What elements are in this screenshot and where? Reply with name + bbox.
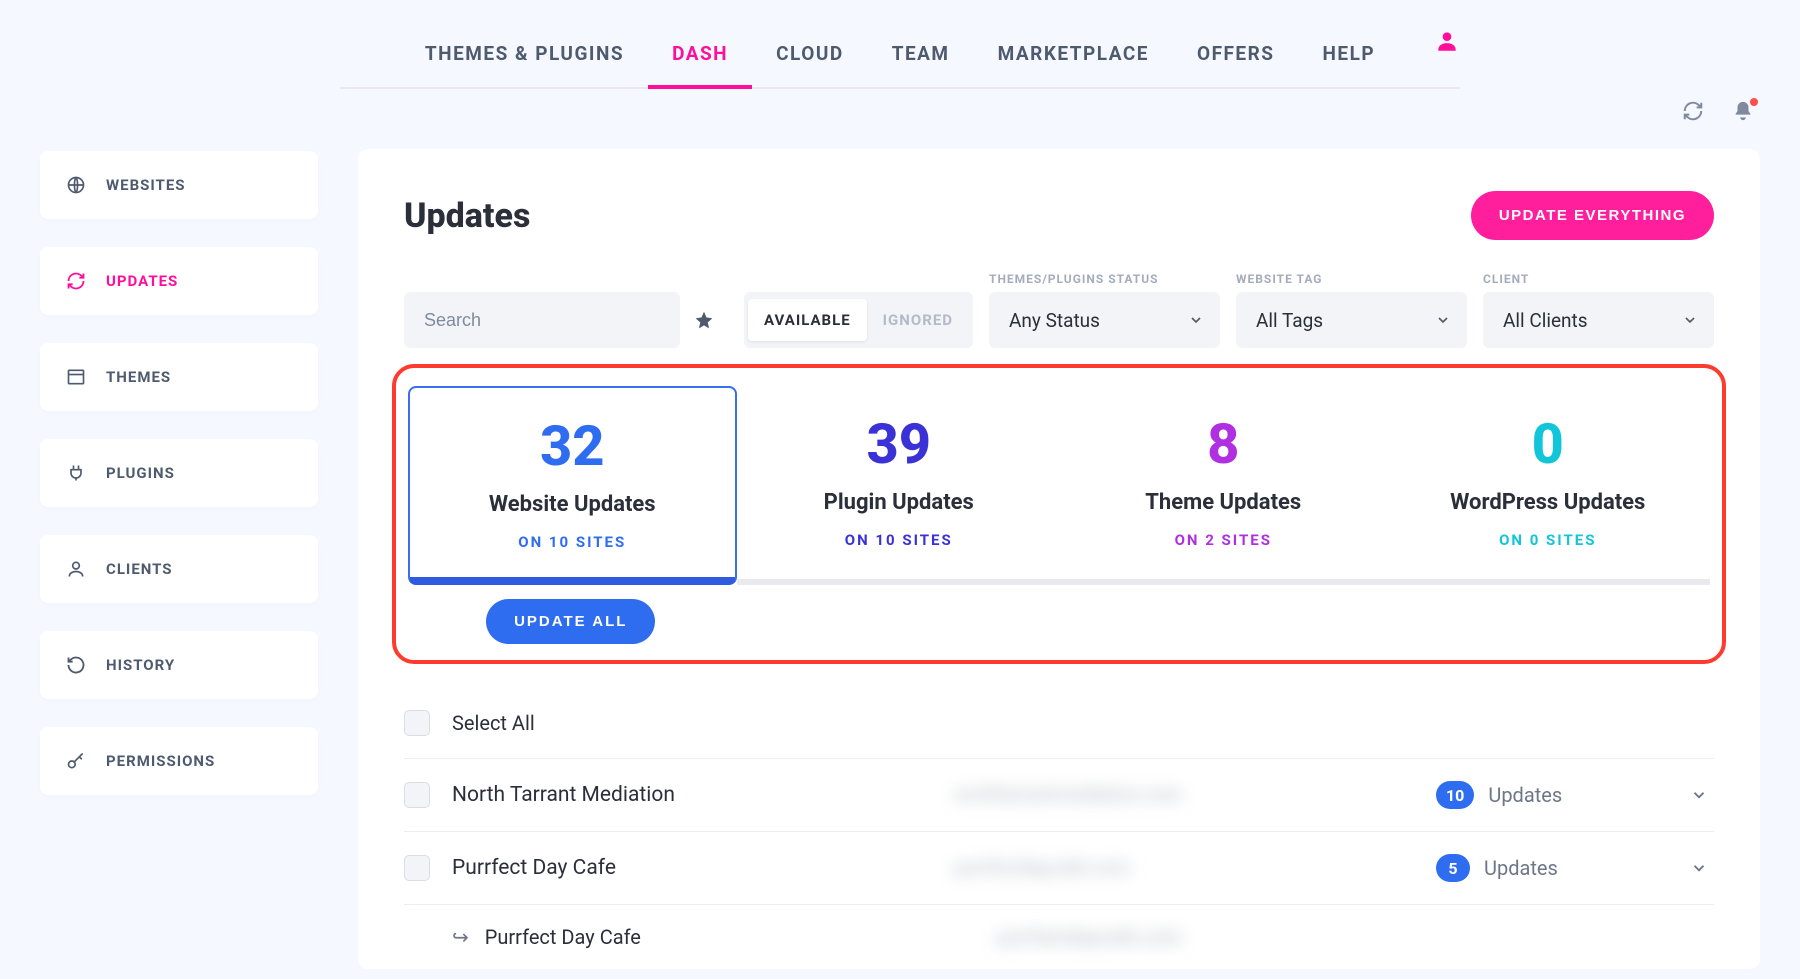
chevron-down-icon [1682, 312, 1698, 328]
filter-label-client: CLIENT [1483, 272, 1714, 286]
site-row: North Tarrant Mediation northtarrantmedi… [404, 759, 1714, 832]
updates-label: Updates [1484, 856, 1558, 880]
stat-card-theme[interactable]: 8 Theme Updates ON 2 SITES [1061, 386, 1386, 585]
site-name: Purrfect Day Cafe [452, 856, 932, 880]
nav-dash[interactable]: DASH [648, 24, 752, 87]
site-domain: northtarrantmediation.com [954, 783, 1294, 807]
tag-select[interactable]: All Tags [1236, 292, 1467, 348]
sidebar-item-label: CLIENTS [106, 560, 173, 578]
chevron-down-icon [1435, 312, 1451, 328]
stat-title: Plugin Updates [747, 490, 1052, 515]
status-select-value: Any Status [1009, 309, 1100, 332]
update-everything-button[interactable]: UPDATE EVERYTHING [1471, 191, 1714, 240]
filter-label-status: THEMES/PLUGINS STATUS [989, 272, 1220, 286]
stats-highlight: 32 Website Updates ON 10 SITES 39 Plugin… [392, 364, 1726, 664]
refresh-icon [66, 271, 86, 291]
expand-row-icon[interactable] [1684, 786, 1714, 804]
stat-count: 32 [420, 418, 725, 474]
nav-team[interactable]: TEAM [868, 24, 974, 87]
updates-badge: 10 [1436, 781, 1474, 809]
stat-sub: ON 10 SITES [420, 533, 725, 551]
stat-title: WordPress Updates [1396, 490, 1701, 515]
sidebar-item-history[interactable]: HISTORY [40, 631, 318, 699]
plug-icon [66, 463, 86, 483]
sidebar-item-updates[interactable]: UPDATES [40, 247, 318, 315]
sidebar-item-label: HISTORY [106, 656, 175, 674]
nav-themes-plugins[interactable]: THEMES & PLUGINS [401, 24, 648, 87]
sub-site-domain: purrfectdaycafe.com [997, 925, 1182, 949]
star-icon[interactable] [680, 292, 728, 348]
sidebar-item-label: PERMISSIONS [106, 752, 215, 770]
stat-title: Website Updates [420, 492, 725, 517]
updates-label: Updates [1488, 783, 1562, 807]
sidebar-item-permissions[interactable]: PERMISSIONS [40, 727, 318, 795]
nav-offers[interactable]: OFFERS [1173, 24, 1299, 87]
sidebar-item-themes[interactable]: THEMES [40, 343, 318, 411]
page-title: Updates [404, 196, 530, 236]
nav-marketplace[interactable]: MARKETPLACE [974, 24, 1173, 87]
update-all-button[interactable]: UPDATE ALL [486, 599, 655, 644]
stat-card-wordpress[interactable]: 0 WordPress Updates ON 0 SITES [1386, 386, 1711, 585]
history-icon [66, 655, 86, 675]
search-input[interactable] [404, 292, 680, 348]
site-domain: purrfectdaycafe.com [954, 856, 1294, 880]
select-all-checkbox[interactable] [404, 710, 430, 736]
notifications-icon[interactable] [1732, 100, 1754, 122]
stat-count: 8 [1071, 416, 1376, 472]
stat-sub: ON 0 SITES [1396, 531, 1701, 549]
sidebar-item-label: THEMES [106, 368, 171, 386]
top-actions [1682, 100, 1754, 122]
toggle-available[interactable]: AVAILABLE [748, 299, 867, 341]
stat-card-plugin[interactable]: 39 Plugin Updates ON 10 SITES [737, 386, 1062, 585]
sidebar-item-label: PLUGINS [106, 464, 175, 482]
notification-dot [1750, 98, 1758, 106]
account-icon[interactable] [1434, 28, 1460, 54]
layout-icon [66, 367, 86, 387]
client-select-value: All Clients [1503, 309, 1588, 332]
filters-row: AVAILABLE IGNORED THEMES/PLUGINS STATUS … [404, 268, 1714, 348]
sub-site-name: Purrfect Day Cafe [485, 925, 641, 949]
status-toggle: AVAILABLE IGNORED [744, 292, 973, 348]
status-select[interactable]: Any Status [989, 292, 1220, 348]
select-all-label: Select All [452, 711, 932, 735]
site-name: North Tarrant Mediation [452, 783, 932, 807]
stat-count: 0 [1396, 416, 1701, 472]
refresh-icon[interactable] [1682, 100, 1704, 122]
stat-title: Theme Updates [1071, 490, 1376, 515]
expand-row-icon[interactable] [1684, 859, 1714, 877]
nav-cloud[interactable]: CLOUD [752, 24, 868, 87]
site-checkbox[interactable] [404, 855, 430, 881]
site-checkbox[interactable] [404, 782, 430, 808]
tag-select-value: All Tags [1256, 309, 1323, 332]
select-all-row: Select All [404, 688, 1714, 759]
stat-sub: ON 2 SITES [1071, 531, 1376, 549]
site-row: Purrfect Day Cafe purrfectdaycafe.com 5 … [404, 832, 1714, 905]
main-panel: Updates UPDATE EVERYTHING AVAILABLE IGNO… [358, 149, 1760, 969]
key-icon [66, 751, 86, 771]
sidebar: WEBSITES UPDATES THEMES PLUGINS CLIENTS [40, 149, 318, 795]
sub-arrow-icon: ↪ [452, 925, 469, 949]
user-icon [66, 559, 86, 579]
stat-sub: ON 10 SITES [747, 531, 1052, 549]
stat-card-website[interactable]: 32 Website Updates ON 10 SITES [408, 386, 737, 585]
globe-icon [66, 175, 86, 195]
updates-badge: 5 [1436, 854, 1470, 882]
toggle-ignored[interactable]: IGNORED [867, 299, 969, 341]
sidebar-item-plugins[interactable]: PLUGINS [40, 439, 318, 507]
sidebar-item-websites[interactable]: WEBSITES [40, 151, 318, 219]
nav-help[interactable]: HELP [1298, 24, 1399, 87]
sites-list: Select All North Tarrant Mediation north… [404, 688, 1714, 969]
sidebar-item-clients[interactable]: CLIENTS [40, 535, 318, 603]
chevron-down-icon [1188, 312, 1204, 328]
sidebar-item-label: UPDATES [106, 272, 178, 290]
site-sub-row: ↪ Purrfect Day Cafe purrfectdaycafe.com [404, 905, 1714, 969]
sidebar-item-label: WEBSITES [106, 176, 186, 194]
top-nav: THEMES & PLUGINS DASH CLOUD TEAM MARKETP… [340, 0, 1460, 89]
stat-count: 39 [747, 416, 1052, 472]
filter-label-tag: WEBSITE TAG [1236, 272, 1467, 286]
client-select[interactable]: All Clients [1483, 292, 1714, 348]
